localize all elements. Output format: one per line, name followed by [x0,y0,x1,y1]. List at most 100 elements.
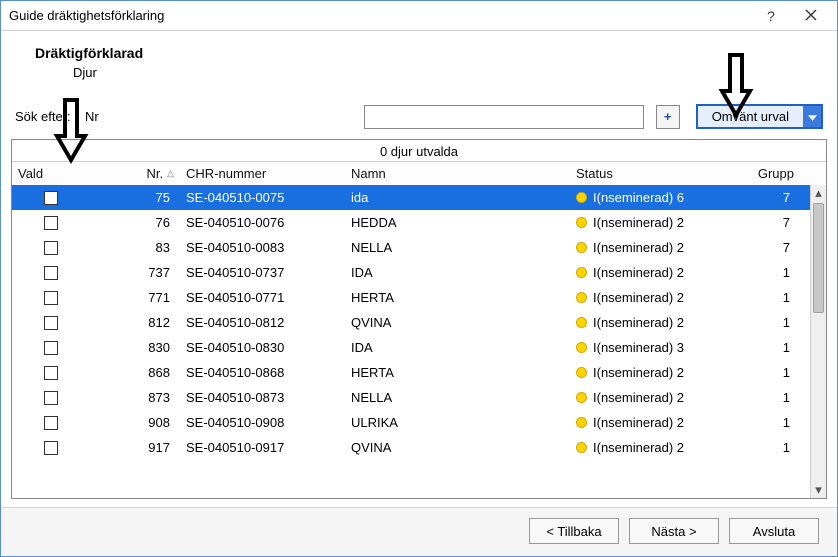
row-checkbox[interactable] [44,291,58,305]
back-button[interactable]: < Tillbaka [529,518,619,544]
cell-status: I(nseminerad) 2 [570,440,715,455]
invert-selection-combo[interactable]: Omvänt urval [696,104,823,129]
window-title: Guide dräktighetsförklaring [9,8,751,23]
row-checkbox[interactable] [44,241,58,255]
cell-nr: 917 [90,440,180,455]
table-row[interactable]: 771SE-040510-0771HERTAI(nseminerad) 21 [12,285,826,310]
cell-namn: ida [345,190,570,205]
table-row[interactable]: 873SE-040510-0873NELLAI(nseminerad) 21 [12,385,826,410]
status-dot-icon [576,192,587,203]
cell-status: I(nseminerad) 2 [570,290,715,305]
row-checkbox-cell [12,416,90,430]
cell-status-text: I(nseminerad) 2 [593,440,684,455]
row-checkbox[interactable] [44,341,58,355]
cell-namn: NELLA [345,390,570,405]
close-button[interactable] [791,2,831,30]
table-row[interactable]: 908SE-040510-0908ULRIKAI(nseminerad) 21 [12,410,826,435]
row-checkbox-cell [12,241,90,255]
cell-chr: SE-040510-0737 [180,265,345,280]
cell-nr: 771 [90,290,180,305]
sort-asc-icon: △ [167,168,174,179]
column-header-namn[interactable]: Namn [345,162,570,185]
column-header-vald[interactable]: Vald [12,162,90,185]
vertical-scrollbar[interactable]: ▴ ▾ [810,185,826,498]
status-dot-icon [576,267,587,278]
cell-status-text: I(nseminerad) 2 [593,415,684,430]
row-checkbox-cell [12,341,90,355]
table-row[interactable]: 75SE-040510-0075idaI(nseminerad) 67 [12,185,826,210]
table-row[interactable]: 83SE-040510-0083NELLAI(nseminerad) 27 [12,235,826,260]
search-label: Sök efter: [15,109,79,124]
cell-nr: 873 [90,390,180,405]
row-checkbox-cell [12,391,90,405]
column-header-grupp[interactable]: Grupp [715,162,800,185]
status-dot-icon [576,292,587,303]
cell-status: I(nseminerad) 2 [570,215,715,230]
cell-grupp: 7 [715,240,800,255]
table-row[interactable]: 76SE-040510-0076HEDDAI(nseminerad) 27 [12,210,826,235]
titlebar: Guide dräktighetsförklaring ? [1,1,837,31]
cell-grupp: 1 [715,265,800,280]
row-checkbox[interactable] [44,316,58,330]
row-checkbox[interactable] [44,441,58,455]
row-checkbox[interactable] [44,191,58,205]
cell-status: I(nseminerad) 6 [570,190,715,205]
table-row[interactable]: 737SE-040510-0737IDAI(nseminerad) 21 [12,260,826,285]
cell-status: I(nseminerad) 2 [570,240,715,255]
chevron-down-icon: ▾ [815,482,822,498]
column-header-chr[interactable]: CHR-nummer [180,162,345,185]
cell-namn: ULRIKA [345,415,570,430]
column-header-nr[interactable]: Nr. △ [90,162,180,185]
footer-buttons: < Tillbaka Nästa > Avsluta [1,507,837,556]
cell-status-text: I(nseminerad) 2 [593,265,684,280]
scroll-thumb[interactable] [813,203,824,313]
cell-grupp: 1 [715,390,800,405]
search-input[interactable] [364,105,644,129]
status-dot-icon [576,317,587,328]
close-icon [805,8,817,24]
cell-status: I(nseminerad) 2 [570,315,715,330]
row-checkbox[interactable] [44,366,58,380]
column-header-status[interactable]: Status [570,162,715,185]
table-row[interactable]: 917SE-040510-0917QVINAI(nseminerad) 21 [12,435,826,460]
table-row[interactable]: 868SE-040510-0868HERTAI(nseminerad) 21 [12,360,826,385]
row-checkbox-cell [12,316,90,330]
help-button[interactable]: ? [751,2,791,30]
scroll-up-button[interactable]: ▴ [811,185,826,201]
status-dot-icon [576,342,587,353]
table-row[interactable]: 830SE-040510-0830IDAI(nseminerad) 31 [12,335,826,360]
cell-chr: SE-040510-0868 [180,365,345,380]
row-checkbox-cell [12,366,90,380]
invert-selection-dropdown[interactable] [803,106,821,127]
cell-nr: 83 [90,240,180,255]
cell-namn: QVINA [345,315,570,330]
row-checkbox[interactable] [44,416,58,430]
chevron-up-icon: ▴ [815,185,822,201]
cell-grupp: 7 [715,190,800,205]
cell-nr: 868 [90,365,180,380]
row-checkbox[interactable] [44,216,58,230]
invert-selection-button[interactable]: Omvänt urval [698,106,803,127]
data-grid: 0 djur utvalda Vald Nr. △ CHR-nummer Nam… [11,139,827,499]
finish-button[interactable]: Avsluta [729,518,819,544]
cell-chr: SE-040510-0908 [180,415,345,430]
scroll-down-button[interactable]: ▾ [811,482,826,498]
cell-grupp: 1 [715,365,800,380]
cell-namn: IDA [345,340,570,355]
cell-status-text: I(nseminerad) 2 [593,390,684,405]
cell-grupp: 1 [715,340,800,355]
row-checkbox[interactable] [44,266,58,280]
cell-namn: NELLA [345,240,570,255]
add-button[interactable]: + [656,105,680,129]
cell-grupp: 7 [715,215,800,230]
row-checkbox[interactable] [44,391,58,405]
table-row[interactable]: 812SE-040510-0812QVINAI(nseminerad) 21 [12,310,826,335]
chevron-down-icon [808,109,817,124]
next-button[interactable]: Nästa > [629,518,719,544]
search-field-label: Nr [85,109,119,124]
cell-namn: HERTA [345,290,570,305]
row-checkbox-cell [12,216,90,230]
cell-status: I(nseminerad) 2 [570,365,715,380]
cell-nr: 75 [90,190,180,205]
cell-chr: SE-040510-0083 [180,240,345,255]
